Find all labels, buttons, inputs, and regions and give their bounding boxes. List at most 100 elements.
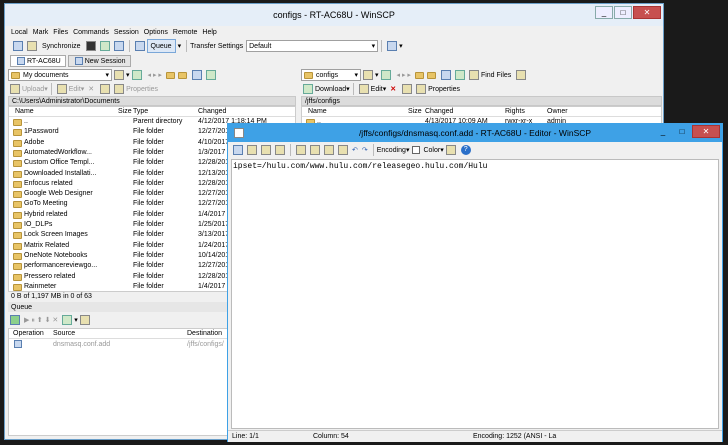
file-name: Google Web Designer [24,190,93,198]
compare-icon[interactable] [13,41,23,51]
queue-col-operation[interactable]: Operation [13,330,44,337]
replace-icon[interactable] [324,145,334,155]
properties-icon [114,84,125,94]
download-icon [303,84,313,94]
root-dir-icon[interactable] [177,71,187,79]
save-icon[interactable] [233,145,243,155]
delete-icon[interactable]: ✕ [88,85,94,93]
remote-properties-button[interactable]: Properties [428,86,460,93]
remote-col-owner[interactable]: Owner [547,108,568,115]
synchronize-button[interactable]: Synchronize [39,39,84,53]
copy-icon[interactable] [261,145,271,155]
queue-item[interactable]: dnsmasq.conf.add /jffs/configs/ [9,340,237,350]
editor-close-button[interactable]: ✕ [692,125,720,138]
find-icon[interactable] [310,145,320,155]
edit-button[interactable]: Edit [69,86,81,93]
goto-icon[interactable] [338,145,348,155]
folder-icon [13,242,22,250]
editor-settings-icon[interactable] [445,145,456,155]
remote-location-select[interactable]: configs ▾ [301,69,361,81]
file-name: Hybrid related [24,210,68,218]
menu-session[interactable]: Session [114,29,139,36]
menu-help[interactable]: Help [202,29,216,36]
home-icon[interactable] [191,70,202,80]
folder-icon [13,160,22,168]
rename-icon[interactable] [100,84,111,94]
remote-parent-icon[interactable] [414,71,424,79]
remote-column-headers[interactable]: Name Size Changed Rights Owner [302,107,661,117]
find-files-button[interactable]: Find Files [481,72,511,79]
remote-filter-icon[interactable] [380,70,391,80]
remote-col-size[interactable]: Size [408,108,422,115]
tab-new-session[interactable]: New Session [67,55,131,67]
undo-icon[interactable] [296,145,306,155]
menu-local[interactable]: Local [11,29,28,36]
menu-commands[interactable]: Commands [73,29,109,36]
refresh-icon[interactable] [205,70,216,80]
close-button[interactable]: ✕ [633,6,661,19]
color-checkbox[interactable] [412,146,421,154]
parent-dir-icon[interactable] [165,71,175,79]
folder-icon [13,232,22,240]
menu-remote[interactable]: Remote [173,29,198,36]
remote-delete-icon[interactable]: ✕ [390,85,396,93]
synchronize-icon [27,41,37,51]
minimize-button[interactable]: _ [595,6,613,19]
queue-execute-icon[interactable] [10,315,20,325]
queue-col-source[interactable]: Source [53,330,75,337]
menu-mark[interactable]: Mark [33,29,49,36]
preferences-icon[interactable] [99,41,110,51]
col-changed[interactable]: Changed [198,108,226,115]
local-folder-icon[interactable] [114,70,124,80]
remote-folder-icon[interactable] [363,70,373,80]
remote-col-changed[interactable]: Changed [425,108,453,115]
encoding-button[interactable]: Encoding [377,147,406,154]
file-name: Lock Screen Images [24,231,88,239]
queue-button[interactable]: Queue [146,39,176,53]
remote-col-rights[interactable]: Rights [505,108,525,115]
properties-button[interactable]: Properties [126,86,158,93]
upload-button[interactable]: Upload [22,86,44,93]
transfer-settings-select[interactable]: Default ▾ [246,40,379,52]
session-icon [17,57,25,65]
menu-options[interactable]: Options [144,29,168,36]
file-name: Enfocus related [24,179,73,187]
undo-arrow-icon[interactable]: ↶ [352,146,358,154]
commands-icon[interactable] [113,41,124,51]
menu-files[interactable]: Files [53,29,68,36]
redo-arrow-icon[interactable]: ↷ [362,146,368,154]
editor-maximize-button[interactable]: □ [673,125,691,138]
editor-text-area[interactable]: ipset=/hulu.com/www.hulu.com/releasegeo.… [231,159,719,429]
cut-icon[interactable] [247,145,257,155]
queue-settings-icon[interactable] [62,315,73,325]
remote-refresh-icon[interactable] [454,70,465,80]
paste-icon[interactable] [275,145,285,155]
queue-options-icon[interactable] [79,315,90,325]
local-nav-bar: My documents ▾ ▾ ◂ ▸ ▸ [8,68,296,82]
download-button[interactable]: Download [315,86,346,93]
remote-edit-button[interactable]: Edit [371,86,383,93]
local-location-select[interactable]: My documents ▾ [8,69,112,81]
col-size[interactable]: Size [118,108,132,115]
color-button[interactable]: Color [423,147,440,154]
tab-rt-ac68u[interactable]: RT-AC68U [10,55,66,67]
local-column-headers[interactable]: Name Size Type Changed [9,107,295,117]
remote-col-name[interactable]: Name [308,108,327,115]
col-name[interactable]: Name [15,108,34,115]
help-icon[interactable]: ? [460,145,471,155]
file-name: 1Password [24,128,59,136]
remote-root-icon[interactable] [426,71,436,79]
col-type[interactable]: Type [133,108,148,115]
editor-content: ipset=/hulu.com/www.hulu.com/releasegeo.… [233,162,488,171]
remote-rename-icon[interactable] [402,84,413,94]
queue-column-headers[interactable]: Operation Source Destination [9,329,237,339]
queue-col-destination[interactable]: Destination [187,330,222,337]
local-filter-icon[interactable] [131,70,142,80]
file-name: .. [24,118,28,125]
transfer-options-icon[interactable] [387,41,398,51]
remote-home-icon[interactable] [440,70,451,80]
maximize-button[interactable]: □ [614,6,632,19]
remote-extra-icon[interactable] [516,70,527,80]
editor-minimize-button[interactable]: _ [654,125,672,138]
terminal-icon[interactable] [85,41,96,51]
